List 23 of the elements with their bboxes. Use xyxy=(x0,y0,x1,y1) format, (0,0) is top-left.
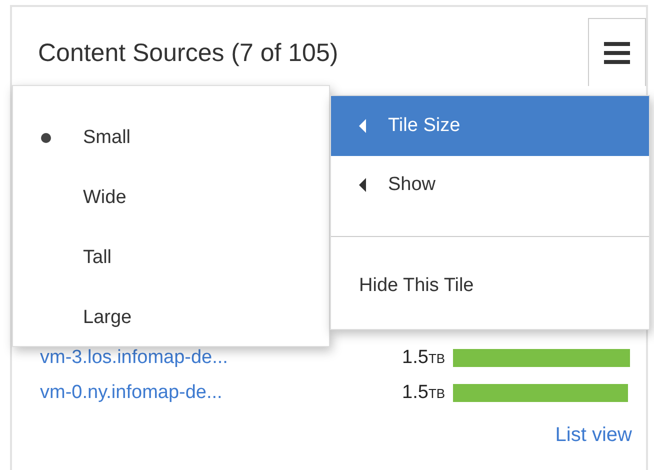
size-option[interactable]: Wide xyxy=(13,168,329,228)
menu-item[interactable]: Tile Size xyxy=(331,96,649,156)
caret-icon xyxy=(359,119,366,133)
menu-icon xyxy=(604,40,630,64)
size-unit: TB xyxy=(428,350,446,366)
size-option[interactable]: Small xyxy=(13,108,329,168)
caret-icon xyxy=(359,178,366,192)
size-label: Large xyxy=(83,307,132,329)
source-name-link[interactable]: vm-3.los.infomap-de... xyxy=(40,346,376,368)
size-label: Wide xyxy=(83,187,126,209)
size-label: Small xyxy=(83,127,131,149)
menu-button[interactable] xyxy=(588,18,646,86)
menu-item[interactable]: Hide This Tile xyxy=(331,257,649,315)
list-view-link[interactable]: List view xyxy=(555,424,632,447)
size-label: Tall xyxy=(83,247,112,269)
size-option[interactable]: Tall xyxy=(13,228,329,288)
size-option[interactable]: Large xyxy=(13,288,329,348)
size-value: 1.5 xyxy=(402,382,428,404)
tile-title: Content Sources (7 of 105) xyxy=(37,38,338,68)
size-unit: TB xyxy=(428,386,446,400)
source-name-link[interactable]: vm-0.ny.infomap-de... xyxy=(40,382,376,404)
size-value: 1.5 xyxy=(402,346,428,368)
menu-item[interactable]: Show xyxy=(331,156,649,214)
